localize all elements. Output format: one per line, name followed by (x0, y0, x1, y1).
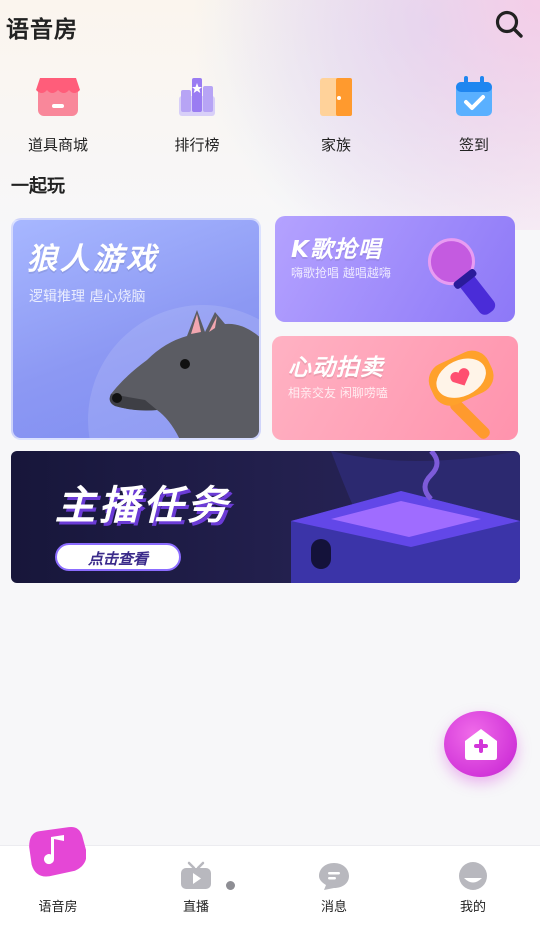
family-door-icon (320, 78, 352, 116)
host-task-banner[interactable]: 主播任务 点击查看 (11, 451, 520, 583)
home-plus-icon (465, 729, 497, 760)
quick-link-label: 签到 (458, 136, 489, 154)
card-subtitle: 相亲交友 闲聊唠嗑 (288, 386, 388, 400)
shop-icon (36, 78, 80, 116)
werewolf-game-card[interactable]: 狼人游戏 逻辑推理 虐心烧脑 (11, 218, 261, 440)
tab-label: 直播 (182, 900, 209, 915)
auction-hammer-icon (428, 350, 494, 439)
section-title: 一起玩 (11, 176, 65, 197)
quick-link-family[interactable]: 家族 (276, 70, 396, 155)
heart-auction-card[interactable]: 心动拍卖 相亲交友 闲聊唠嗑 (272, 336, 518, 440)
ranking-icon (179, 78, 215, 116)
card-subtitle: 嗨歌抢唱 越唱越嗨 (291, 266, 391, 280)
card-title: K歌抢唱 (291, 237, 382, 263)
card-title: 心动拍卖 (288, 355, 384, 381)
quick-link-label: 道具商城 (27, 136, 88, 154)
wolf-illustration (109, 310, 259, 438)
treasure-box-illustration (291, 451, 520, 583)
card-title: 狼人游戏 (27, 242, 159, 277)
banner-title: 主播任务 (55, 483, 231, 529)
quick-link-label: 家族 (320, 136, 351, 154)
tab-label: 消息 (320, 900, 347, 915)
create-room-button[interactable] (444, 711, 517, 777)
view-details-button[interactable]: 点击查看 (55, 543, 181, 571)
k-song-card[interactable]: K歌抢唱 嗨歌抢唱 越唱越嗨 (275, 216, 515, 322)
tv-play-icon (181, 861, 211, 889)
app-header: 语音房 (0, 0, 540, 52)
quick-link-ranking[interactable]: 排行榜 (137, 70, 257, 155)
search-icon[interactable] (494, 9, 524, 39)
checkin-calendar-icon (456, 76, 492, 116)
quick-link-label: 排行榜 (174, 136, 220, 154)
profile-icon (459, 862, 487, 890)
tab-label: 语音房 (38, 900, 78, 915)
music-note-icon (29, 826, 86, 877)
microphone-icon (427, 238, 496, 315)
bottom-tab-bar: 语音房 直播 消息 我的 (0, 826, 540, 934)
page-title: 语音房 (6, 17, 78, 43)
tab-label: 我的 (459, 900, 486, 915)
pager-dot (226, 881, 235, 890)
quick-links: 道具商城 排行榜 家族 签到 (0, 70, 540, 160)
chat-bubble-icon (319, 863, 349, 890)
quick-link-shop[interactable]: 道具商城 (0, 70, 118, 155)
quick-link-checkin[interactable]: 签到 (414, 70, 534, 155)
